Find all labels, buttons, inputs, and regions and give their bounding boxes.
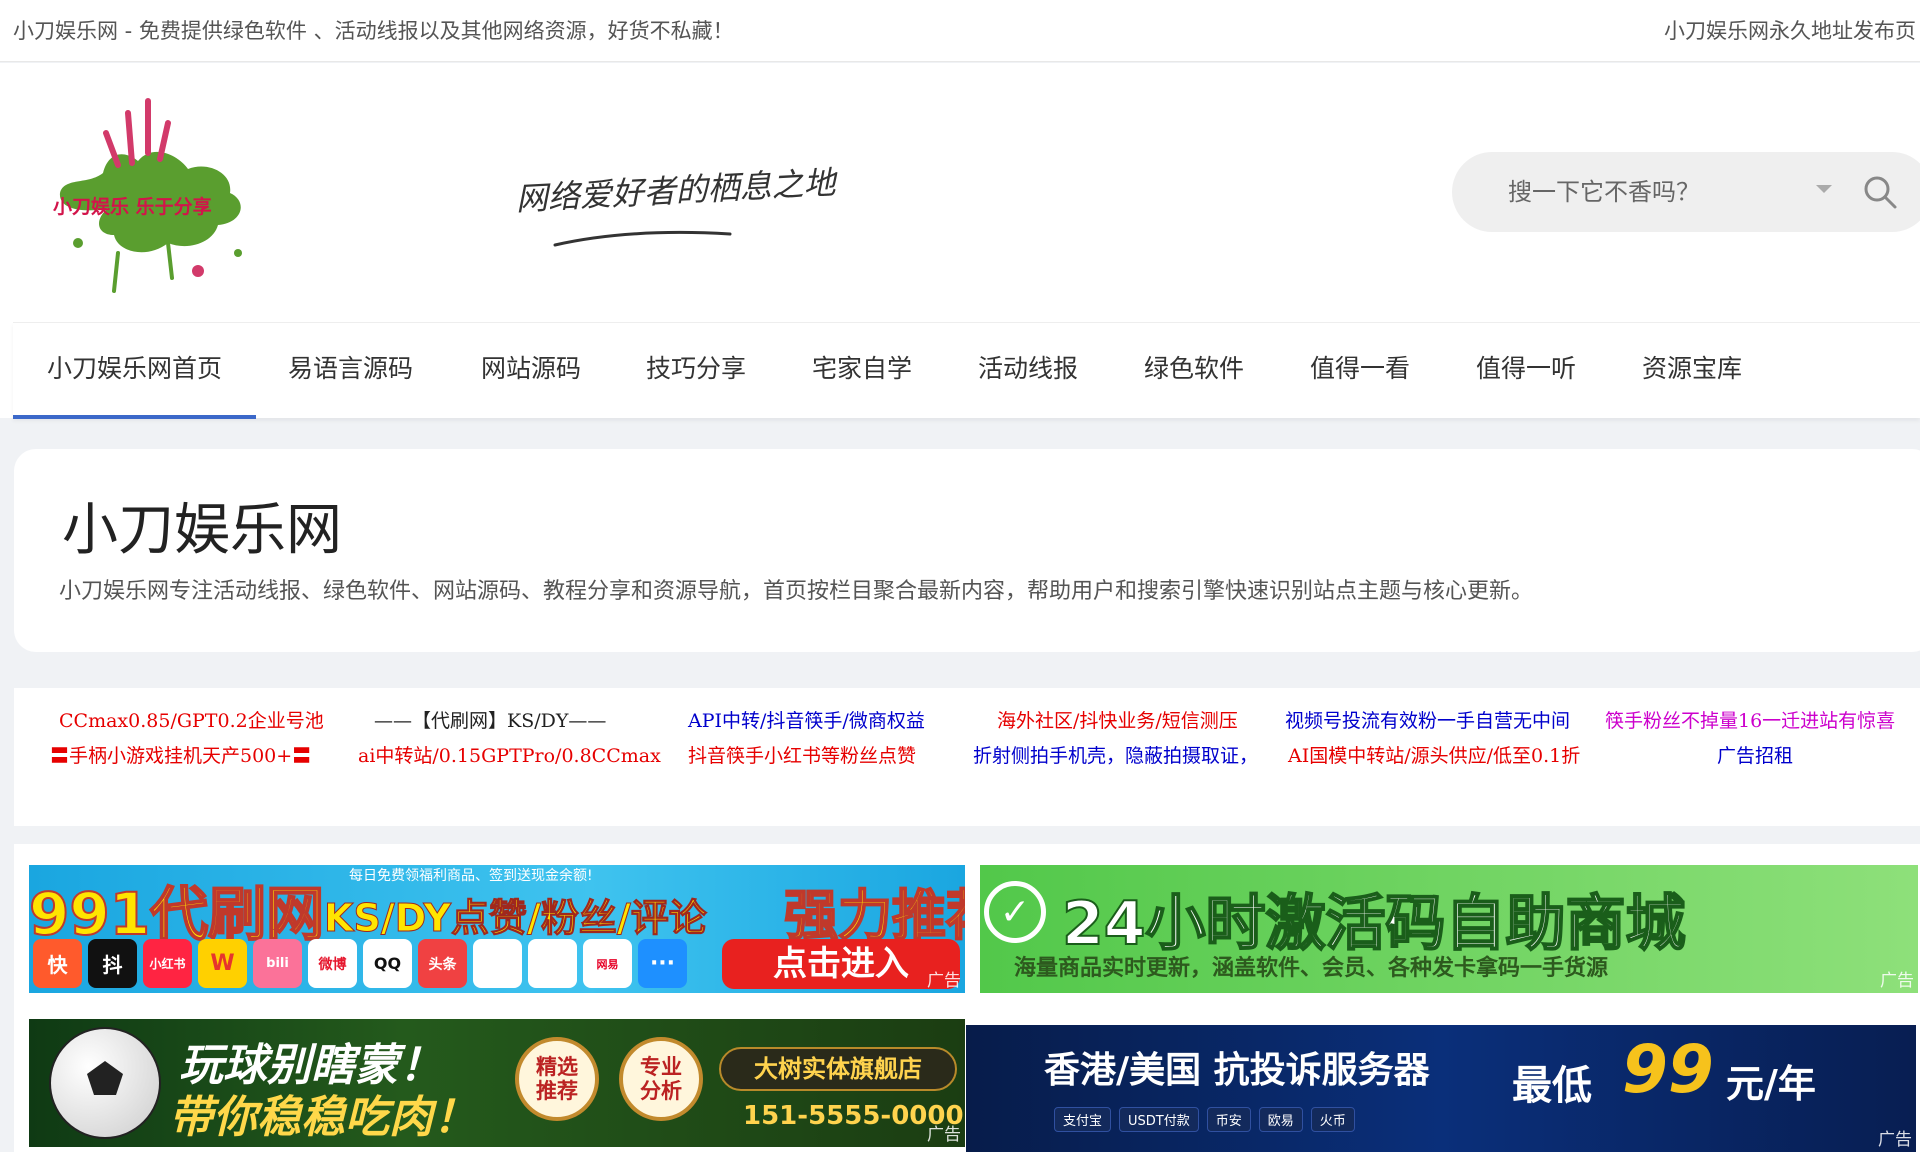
- banner-subtitle: KS/DY点赞/粉丝/评论: [324, 896, 708, 941]
- banner-line2: 带你稳稳吃肉！: [169, 1092, 477, 1143]
- weishi-icon: W: [198, 939, 247, 988]
- qq-icon: QQ: [363, 939, 412, 988]
- site-tagline: 小刀娱乐网 - 免费提供绿色软件 、活动线报以及其他网络资源，好货不私藏！: [13, 19, 734, 43]
- search-icon[interactable]: [1862, 174, 1898, 210]
- banner-football[interactable]: 玩球别瞎蒙！ 带你稳稳吃肉！ 精选推荐 专业分析 大树实体旗舰店 151-555…: [29, 1019, 965, 1147]
- xiaohongshu-icon: 小红书: [143, 939, 192, 988]
- nav-item-resources[interactable]: 资源宝库: [1642, 323, 1742, 419]
- search-box: [1452, 152, 1920, 232]
- seal-badge: 专业分析: [619, 1037, 703, 1121]
- nav-item-self-study[interactable]: 宅家自学: [812, 323, 912, 419]
- nav-item-tips[interactable]: 技巧分享: [646, 323, 746, 419]
- app-icon-row: 快 抖 小红书 W bili 微博 QQ 头条 网易 ···: [33, 939, 687, 988]
- chevron-down-icon[interactable]: [1816, 185, 1832, 193]
- site-logo[interactable]: 小刀娱乐 乐于分享: [48, 93, 268, 293]
- banner-tagline: 每日免费领福利商品、签到送现金余额!: [349, 868, 593, 884]
- text-ad-link[interactable]: AI国模中转站/源头供应/低至0.1折: [1288, 741, 1580, 768]
- permanent-address-link[interactable]: 小刀娱乐网永久地址发布页: [1664, 15, 1916, 45]
- banner-ads: 991代刷网 KS/DY点赞/粉丝/评论 强力推荐 每日免费领福利商品、签到送现…: [14, 844, 1920, 1152]
- okx-badge: 欧易: [1258, 1107, 1303, 1132]
- seal-badge: 精选推荐: [515, 1037, 599, 1121]
- weibo-icon: 微博: [308, 939, 357, 988]
- binance-badge: 币安: [1206, 1107, 1251, 1132]
- main-nav: 小刀娱乐网首页 易语言源码 网站源码 技巧分享 宅家自学 活动线报 绿色软件 值…: [13, 322, 1920, 419]
- kuaishou-icon: 快: [33, 939, 82, 988]
- text-ad-link[interactable]: 抖音筷手小红书等粉丝点赞: [688, 741, 916, 768]
- checkmark-icon: ✓: [984, 881, 1046, 943]
- svg-text:小刀娱乐 乐于分享: 小刀娱乐 乐于分享: [53, 195, 212, 218]
- text-ad-link[interactable]: 〓手柄小游戏挂机天产500+〓: [50, 741, 311, 768]
- douyin-icon: 抖: [88, 939, 137, 988]
- bilibili-icon: bili: [253, 939, 302, 988]
- text-ad-link[interactable]: 筷手粉丝不掉量16一迁进站有惊喜: [1605, 706, 1895, 733]
- banner-24h-activation-shop[interactable]: ✓ 24小时激活码自助商城 海量商品实时更新，涵盖软件、会员、各种发卡拿码一手货…: [980, 865, 1918, 993]
- ad-label: 广告: [927, 1125, 961, 1145]
- svg-text:网络爱好者的栖息之地: 网络爱好者的栖息之地: [515, 163, 840, 218]
- toutiao-icon: 头条: [418, 939, 467, 988]
- price-value: 99: [1622, 1031, 1714, 1108]
- nav-item-worth-watching[interactable]: 值得一看: [1310, 323, 1410, 419]
- ad-label: 广告: [1878, 1130, 1912, 1150]
- heart-app-icon: [473, 939, 522, 988]
- text-ad-link[interactable]: ——【代刷网】KS/DY——: [374, 706, 606, 733]
- nav-item-worth-listening[interactable]: 值得一听: [1476, 323, 1576, 419]
- intro-card: 小刀娱乐网 小刀娱乐网专注活动线报、绿色软件、网站源码、教程分享和资源导航，首页…: [14, 449, 1920, 652]
- more-apps-icon: ···: [638, 939, 687, 988]
- search-input[interactable]: [1508, 152, 1828, 232]
- text-ad-links: CCmax0.85/GPT0.2企业号池 ——【代刷网】KS/DY—— API中…: [14, 688, 1920, 826]
- ad-label: 广告: [927, 971, 961, 991]
- nav-item-green-software[interactable]: 绿色软件: [1144, 323, 1244, 419]
- banner-subtitle: 海量商品实时更新，涵盖软件、会员、各种发卡拿码一手货源: [1014, 956, 1609, 981]
- huobi-badge: 火币: [1310, 1107, 1355, 1132]
- top-bar: 小刀娱乐网 - 免费提供绿色软件 、活动线报以及其他网络资源，好货不私藏！ 小刀…: [0, 0, 1920, 62]
- banner-991-daishua[interactable]: 991代刷网 KS/DY点赞/粉丝/评论 强力推荐 每日免费领福利商品、签到送现…: [29, 865, 965, 993]
- price-unit: 元/年: [1726, 1062, 1816, 1106]
- enter-button[interactable]: 点击进入: [722, 939, 960, 989]
- netease-music-icon: 网易: [583, 939, 632, 988]
- football-icon: [49, 1027, 161, 1139]
- text-ad-link[interactable]: 海外社区/抖快业务/短信测压: [997, 706, 1238, 733]
- banner-title: 24小时激活码自助商城: [1061, 888, 1686, 960]
- price-prefix: 最低: [1512, 1063, 1592, 1109]
- text-ad-link[interactable]: CCmax0.85/GPT0.2企业号池: [59, 706, 324, 733]
- text-ad-link[interactable]: ai中转站/0.15GPTPro/0.8CCmax: [358, 741, 661, 768]
- page-title: 小刀娱乐网: [62, 498, 342, 563]
- text-ad-link[interactable]: 折射侧拍手机壳，隐蔽拍摄取证，: [973, 741, 1258, 768]
- page-description: 小刀娱乐网专注活动线报、绿色软件、网站源码、教程分享和资源导航，首页按栏目聚合最…: [59, 579, 1534, 604]
- alipay-badge: 支付宝: [1054, 1107, 1112, 1132]
- payment-methods: 支付宝 USDT付款 币安 欧易 火币: [1054, 1107, 1355, 1132]
- nav-item-web-source[interactable]: 网站源码: [481, 323, 581, 419]
- logo-splash-icon: 小刀娱乐 乐于分享: [53, 98, 242, 293]
- site-slogan: 网络爱好者的栖息之地: [510, 148, 910, 258]
- banner-server-hosting[interactable]: 香港/美国 抗投诉服务器 最低 99 元/年 支付宝 USDT付款 币安 欧易 …: [966, 1025, 1916, 1152]
- nav-item-activities[interactable]: 活动线报: [978, 323, 1078, 419]
- ad-label: 广告: [1880, 971, 1914, 991]
- store-name: 大树实体旗舰店: [719, 1047, 957, 1091]
- text-ad-link[interactable]: 视频号投流有效粉一手自营无中间: [1285, 706, 1570, 733]
- text-ad-link[interactable]: 广告招租: [1717, 741, 1793, 768]
- usdt-badge: USDT付款: [1119, 1107, 1199, 1132]
- nav-item-eyuyan[interactable]: 易语言源码: [288, 323, 413, 419]
- banner-title: 香港/美国 抗投诉服务器: [1044, 1050, 1430, 1091]
- nav-item-home[interactable]: 小刀娱乐网首页: [13, 323, 256, 419]
- music-app-icon: [528, 939, 577, 988]
- text-ad-link[interactable]: API中转/抖音筷手/微商权益: [688, 706, 925, 733]
